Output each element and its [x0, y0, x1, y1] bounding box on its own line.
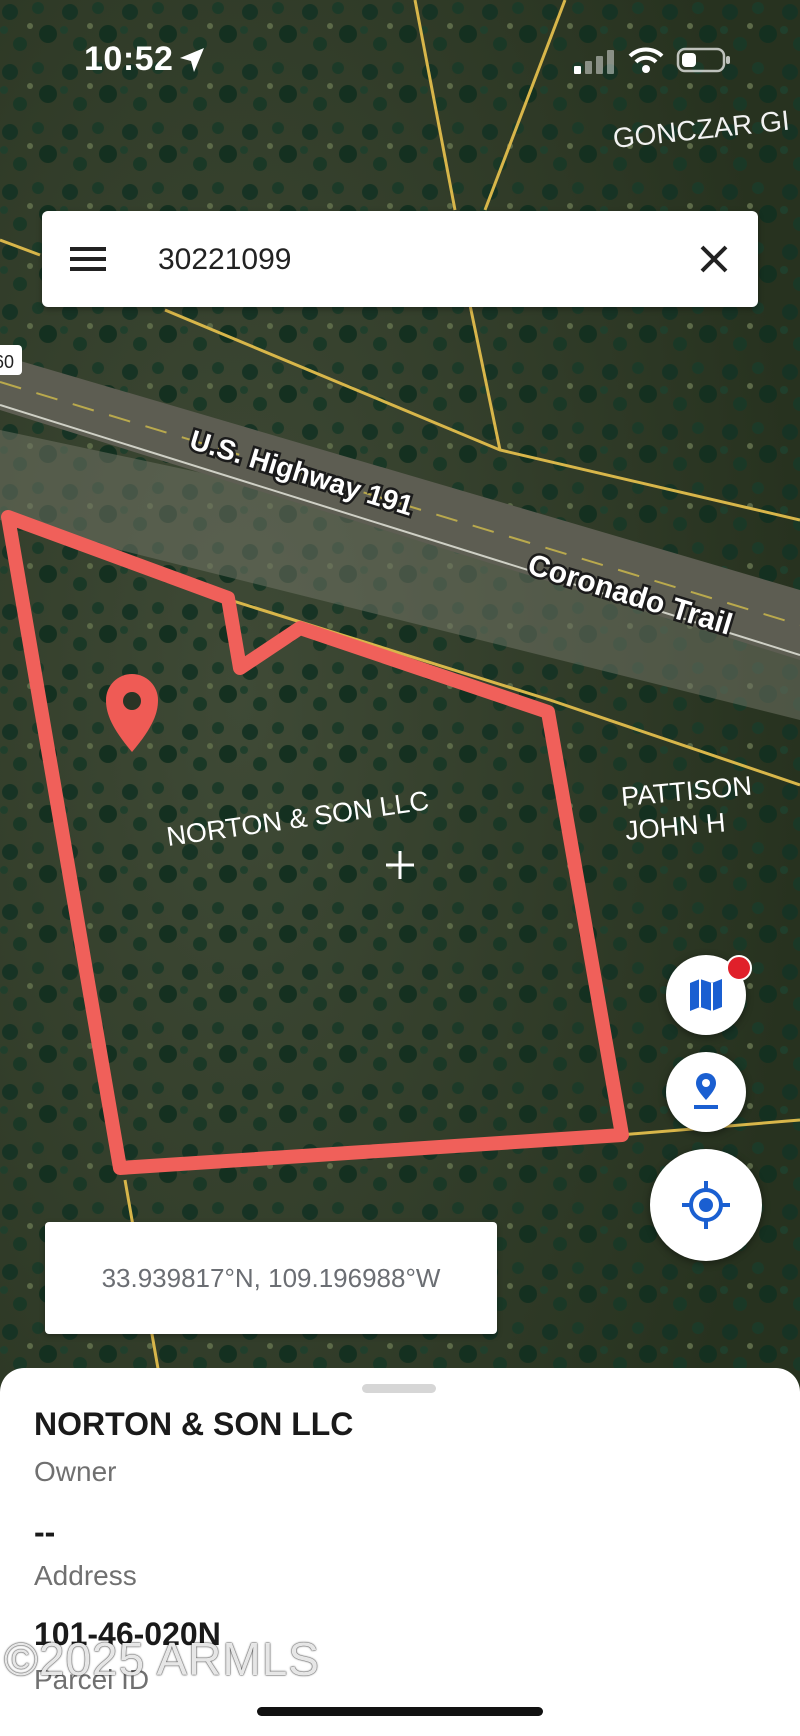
search-input[interactable]	[156, 233, 680, 287]
close-icon[interactable]	[692, 237, 736, 281]
map-label-route-shield: 60	[0, 352, 14, 372]
status-bar: 10:52	[0, 0, 800, 120]
home-indicator[interactable]	[257, 1707, 543, 1716]
search-bar	[42, 211, 758, 307]
my-location-button[interactable]	[650, 1149, 762, 1261]
watermark: ©2025 ARMLS	[4, 1633, 320, 1685]
drop-pin-icon	[694, 1073, 718, 1109]
location-arrow-icon	[180, 48, 204, 72]
owner-value: NORTON & SON LLC	[34, 1406, 354, 1442]
notification-dot	[726, 955, 752, 981]
drop-pin-button[interactable]	[666, 1052, 746, 1132]
battery-icon	[676, 47, 730, 73]
address-value: --	[34, 1514, 56, 1550]
map-layers-icon	[690, 979, 722, 1011]
signal-icon	[574, 50, 614, 74]
status-time: 10:52	[84, 40, 174, 78]
coordinates-readout: 33.939817°N, 109.196988°W	[45, 1222, 497, 1334]
sheet-grabber[interactable]	[362, 1384, 436, 1393]
owner-label: Owner	[34, 1456, 117, 1487]
map-layers-button[interactable]	[666, 955, 752, 1035]
menu-icon[interactable]	[66, 239, 110, 279]
wifi-icon	[628, 47, 664, 73]
my-location-icon	[682, 1181, 730, 1229]
address-label: Address	[34, 1560, 137, 1591]
